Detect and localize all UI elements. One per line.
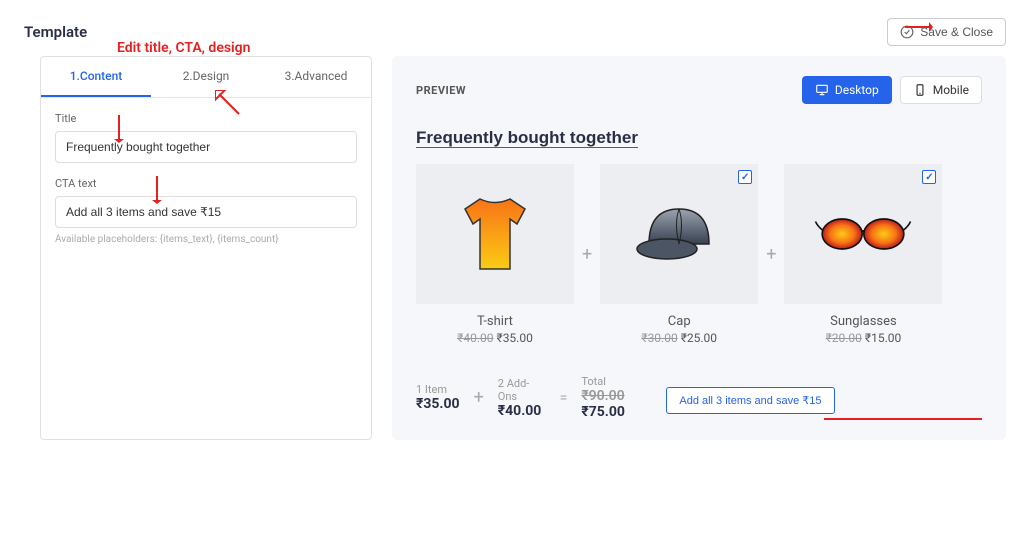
arrow-upleft-icon [215,90,243,118]
product-card: T-shirt ₹40.00 ₹35.00 [416,164,574,345]
cta-field-label: CTA text [55,177,357,190]
editor-panel: 1.Content 2.Design 3.Advanced Title CTA … [40,56,372,440]
tab-design[interactable]: 2.Design [151,57,261,97]
product-price: ₹20.00 ₹15.00 [784,331,942,345]
summary-total-label: Total [581,375,666,388]
product-info: T-shirt ₹40.00 ₹35.00 [416,304,574,345]
product-card: Cap ₹30.00 ₹25.00 [600,164,758,345]
placeholders-hint: Available placeholders: {items_text}, {i… [55,234,357,245]
product-name: T-shirt [416,314,574,329]
add-all-button[interactable]: Add all 3 items and save ₹15 [666,387,834,414]
device-toggle: Desktop Mobile [802,76,982,104]
page-title: Template [24,23,87,41]
annotation-edit-title: Edit title, CTA, design [117,40,250,56]
arrow-down-icon [150,176,164,204]
editor-tabs: 1.Content 2.Design 3.Advanced [41,57,371,98]
title-input[interactable] [55,131,357,163]
product-card: Sunglasses ₹20.00 ₹15.00 [784,164,942,345]
product-image-tshirt [416,164,574,304]
desktop-button[interactable]: Desktop [802,76,892,104]
desktop-label: Desktop [835,83,879,97]
product-image-cap [600,164,758,304]
arrow-right-icon [905,20,933,34]
summary-addons-value: ₹40.00 [498,403,546,419]
summary-addons-label: 2 Add-Ons [498,377,546,403]
tshirt-icon [445,184,545,284]
plus-icon: + [474,387,484,408]
summary-item-label: 1 Item [416,383,460,396]
plus-icon: + [766,244,776,265]
cta-input[interactable] [55,196,357,228]
mobile-button[interactable]: Mobile [900,76,982,104]
tab-advanced[interactable]: 3.Advanced [261,57,371,97]
equals-icon: = [560,390,568,406]
arrow-down-icon [112,115,126,143]
title-field-label: Title [55,112,357,125]
products-row: T-shirt ₹40.00 ₹35.00 + [416,164,982,345]
product-name: Cap [600,314,758,329]
preview-panel: PREVIEW Desktop Mobile Frequently bought… [392,56,1006,440]
product-price: ₹40.00 ₹35.00 [416,331,574,345]
sunglasses-icon [813,184,913,284]
product-checkbox[interactable] [922,170,936,184]
mobile-icon [913,83,927,97]
main-content: 1.Content 2.Design 3.Advanced Title CTA … [0,56,1024,458]
product-checkbox[interactable] [738,170,752,184]
product-info: Sunglasses ₹20.00 ₹15.00 [784,304,942,345]
cta-wrap: Add all 3 items and save ₹15 [666,387,982,420]
summary-row: 1 Item ₹35.00 + 2 Add-Ons ₹40.00 = Total… [416,375,982,420]
product-image-sunglasses [784,164,942,304]
preview-header: PREVIEW Desktop Mobile [416,76,982,104]
tab-content[interactable]: 1.Content [41,57,151,97]
summary-math: 1 Item ₹35.00 + 2 Add-Ons ₹40.00 = Total… [416,375,666,420]
product-name: Sunglasses [784,314,942,329]
summary-total: Total ₹90.00 ₹75.00 [581,375,666,420]
cap-icon [629,184,729,284]
fbt-title: Frequently bought together [416,128,982,148]
annotation-underline [824,418,982,420]
mobile-label: Mobile [933,83,969,97]
editor-body: Title CTA text Available placeholders: {… [41,98,371,259]
product-info: Cap ₹30.00 ₹25.00 [600,304,758,345]
summary-item: 1 Item ₹35.00 [416,383,460,412]
desktop-icon [815,83,829,97]
product-price: ₹30.00 ₹25.00 [600,331,758,345]
summary-addons: 2 Add-Ons ₹40.00 [498,377,546,419]
preview-label: PREVIEW [416,84,466,97]
summary-item-value: ₹35.00 [416,396,460,412]
plus-icon: + [582,244,592,265]
summary-total-value: ₹90.00 ₹75.00 [581,388,666,420]
